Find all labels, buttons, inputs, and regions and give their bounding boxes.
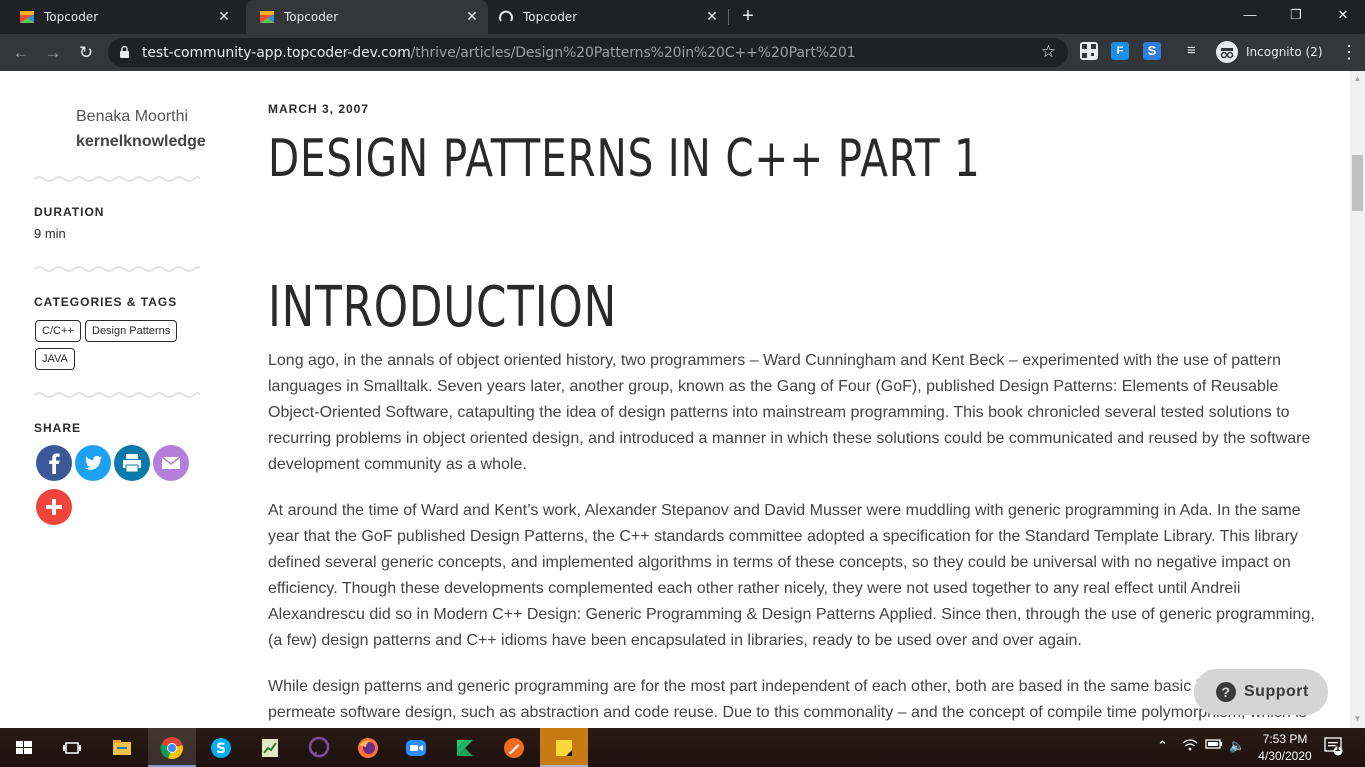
url-host: test-community-app.topcoder-dev.com (142, 45, 411, 61)
s-extension-icon[interactable]: S (1143, 42, 1161, 60)
file-explorer-icon[interactable] (98, 728, 146, 767)
url-text: test-community-app.topcoder-dev.com/thri… (142, 45, 856, 61)
tab-close-icon[interactable]: ✕ (216, 9, 232, 25)
browser-toolbar: ← → ↻ test-community-app.topcoder-dev.co… (0, 34, 1365, 71)
zoom-icon[interactable] (392, 728, 440, 767)
tab-title: Topcoder (523, 10, 578, 24)
scroll-down-arrow-icon[interactable]: ▼ (1353, 714, 1362, 723)
twitter-icon (85, 455, 102, 470)
article-date: MARCH 3, 2007 (268, 102, 370, 116)
duration-value: 9 min (34, 226, 66, 241)
support-label: Support (1244, 683, 1309, 700)
tab-topcoder-3[interactable]: Topcoder ✕ (488, 0, 728, 34)
system-clock[interactable]: 7:53 PM 4/30/2020 (1252, 731, 1318, 765)
share-label: SHARE (34, 421, 82, 435)
skype-icon[interactable]: S (197, 728, 245, 767)
share-email-button[interactable] (153, 445, 189, 481)
window-close-icon[interactable]: ✕ (1320, 0, 1365, 30)
tag-c-cpp[interactable]: C/C++ (35, 320, 81, 342)
author-name: Benaka Moorthi (76, 108, 189, 125)
task-view-icon[interactable] (48, 728, 96, 767)
volume-icon[interactable]: 🔈 (1229, 738, 1245, 754)
section-heading-introduction: INTRODUCTION (268, 275, 618, 340)
svg-text:S: S (216, 741, 226, 757)
facebook-icon (49, 453, 60, 474)
windows-taskbar: S ⌃ 🔈 7:53 PM 4/30/2020 1 (0, 728, 1365, 767)
fi-extension-icon[interactable]: F (1111, 42, 1129, 60)
duration-label: DURATION (34, 205, 105, 219)
page-scrollbar[interactable]: ▲ ▼ (1350, 71, 1365, 728)
tab-close-icon[interactable]: ✕ (704, 9, 720, 25)
incognito-profile-button[interactable]: Incognito (2) (1216, 39, 1323, 65)
article-paragraph: While design patterns and generic progra… (268, 678, 1307, 721)
wavy-divider (34, 266, 200, 272)
reload-icon[interactable]: ↻ (74, 41, 98, 65)
topcoder-favicon-icon (20, 11, 34, 23)
email-icon (161, 456, 181, 469)
article-paragraph: At around the time of Ward and Kent’s wo… (268, 502, 1315, 649)
chrome-taskbar-icon[interactable] (148, 728, 196, 767)
drawing-app-icon[interactable] (490, 728, 538, 767)
tray-expand-chevron-icon[interactable]: ⌃ (1157, 738, 1168, 754)
url-path: /thrive/articles/Design%20Patterns%20in%… (410, 45, 856, 61)
tab-divider (728, 9, 729, 25)
bookmark-star-icon[interactable]: ☆ (1041, 42, 1056, 62)
loading-spinner-icon (499, 10, 513, 22)
viber-icon[interactable] (295, 728, 343, 767)
kotlin-app-icon[interactable] (441, 728, 489, 767)
clock-time: 7:53 PM (1262, 732, 1308, 746)
tab-title: Topcoder (44, 10, 99, 24)
support-button[interactable]: ? Support (1194, 669, 1328, 715)
restore-icon[interactable]: ❐ (1273, 0, 1319, 30)
browser-tab-strip: Topcoder ✕ Topcoder ✕ Topcoder ✕ + — ❐ ✕ (0, 0, 1365, 34)
article-paragraph: Long ago, in the annals of object orient… (268, 352, 1311, 473)
media-queue-icon[interactable]: ≡ (1187, 42, 1205, 60)
wavy-divider (34, 176, 200, 182)
browser-menu-icon[interactable]: ⋮ (1340, 42, 1358, 62)
address-bar[interactable]: test-community-app.topcoder-dev.com/thri… (108, 38, 1068, 67)
tab-close-icon[interactable]: ✕ (464, 9, 480, 25)
sticky-notes-icon[interactable] (540, 728, 588, 767)
firefox-icon[interactable] (344, 728, 392, 767)
qr-extension-icon[interactable] (1080, 42, 1098, 60)
tab-title: Topcoder (284, 10, 339, 24)
scroll-up-arrow-icon[interactable]: ▲ (1353, 74, 1362, 83)
incognito-icon (1216, 41, 1238, 63)
minimize-icon[interactable]: — (1227, 0, 1273, 30)
article-title: DESIGN PATTERNS IN C++ PART 1 (268, 129, 981, 189)
action-center-icon[interactable]: 1 (1324, 736, 1344, 759)
share-print-button[interactable] (114, 445, 150, 481)
forward-arrow-icon[interactable]: → (41, 41, 65, 65)
print-icon (123, 454, 141, 473)
tag-java[interactable]: JAVA (35, 348, 75, 370)
clock-date: 4/30/2020 (1258, 749, 1312, 763)
share-facebook-button[interactable] (36, 445, 72, 481)
more-plus-icon (46, 499, 62, 515)
notification-count: 1 (1335, 743, 1341, 754)
help-question-icon: ? (1216, 682, 1236, 702)
share-twitter-button[interactable] (75, 445, 111, 481)
wavy-divider (34, 392, 200, 398)
topcoder-favicon-icon (260, 11, 274, 23)
windows-start-icon[interactable] (0, 728, 48, 767)
tab-topcoder-1[interactable]: Topcoder ✕ (0, 0, 240, 34)
back-arrow-icon[interactable]: ← (9, 41, 33, 65)
incognito-label: Incognito (2) (1246, 45, 1323, 59)
spreadsheet-app-icon[interactable] (246, 728, 294, 767)
author-handle-link[interactable]: kernelknowledge (76, 133, 206, 151)
wifi-icon[interactable] (1182, 738, 1198, 755)
lock-icon (120, 46, 129, 58)
categories-tags-label: CATEGORIES & TAGS (34, 295, 178, 309)
qr-glyph-icon (1082, 44, 1096, 58)
share-more-button[interactable] (36, 489, 72, 525)
scrollbar-thumb[interactable] (1352, 155, 1363, 211)
tab-topcoder-2-active[interactable]: Topcoder ✕ (246, 0, 488, 34)
new-tab-plus-icon[interactable]: + (738, 6, 758, 26)
page-viewport: Benaka Moorthi kernelknowledge DURATION … (0, 71, 1350, 728)
tag-design-patterns[interactable]: Design Patterns (85, 320, 178, 342)
battery-icon[interactable] (1205, 738, 1223, 753)
